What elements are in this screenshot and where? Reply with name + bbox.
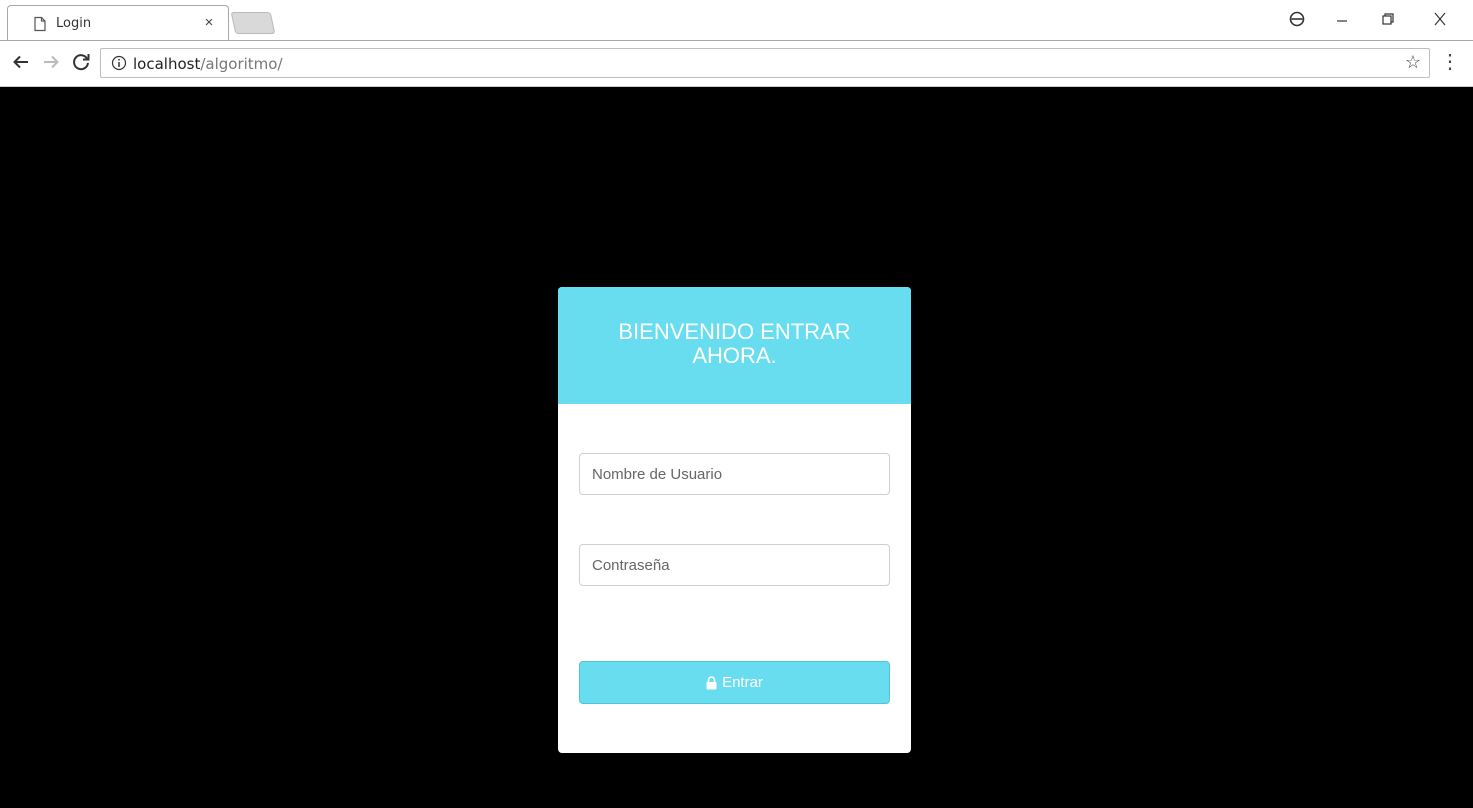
tab-strip: Login ×	[0, 0, 1473, 41]
tab-title: Login	[56, 16, 92, 31]
lock-icon	[706, 675, 717, 689]
login-header: BIENVENIDO ENTRAR AHORA.	[558, 287, 911, 404]
username-input[interactable]	[579, 453, 890, 495]
forward-arrow-icon[interactable]	[38, 49, 64, 75]
url-host: localhost	[133, 55, 201, 73]
page-background: BIENVENIDO ENTRAR AHORA. Entrar	[6, 87, 1467, 808]
minimize-icon[interactable]	[1327, 8, 1357, 30]
url-text: localhost/algoritmo/	[133, 55, 283, 73]
star-icon[interactable]: ☆	[1405, 52, 1421, 73]
tab-login[interactable]: Login ×	[7, 5, 229, 41]
toolbar: localhost/algoritmo/ ☆ ⋮	[0, 41, 1473, 87]
password-input[interactable]	[579, 544, 890, 586]
restore-icon[interactable]	[1372, 8, 1402, 30]
info-icon[interactable]	[111, 55, 127, 71]
back-arrow-icon[interactable]	[8, 49, 34, 75]
login-title-line2: AHORA.	[692, 343, 777, 368]
login-title-line1: BIENVENIDO ENTRAR	[618, 319, 851, 344]
login-card: BIENVENIDO ENTRAR AHORA. Entrar	[558, 287, 911, 753]
reload-icon[interactable]	[68, 49, 94, 75]
url-path: /algoritmo/	[200, 55, 283, 73]
login-button-label: Entrar	[722, 674, 763, 691]
kebab-menu-icon[interactable]: ⋮	[1440, 49, 1460, 75]
browser-chrome: Login × localhost/algoritmo/ ☆ ⋮	[0, 0, 1473, 87]
window-close-icon[interactable]	[1425, 8, 1455, 30]
address-bar[interactable]: localhost/algoritmo/ ☆	[100, 48, 1430, 78]
close-icon[interactable]: ×	[198, 12, 220, 34]
new-tab-button[interactable]	[230, 12, 276, 34]
profile-icon[interactable]	[1282, 8, 1312, 30]
login-button[interactable]: Entrar	[579, 661, 890, 704]
page-icon	[34, 16, 46, 32]
